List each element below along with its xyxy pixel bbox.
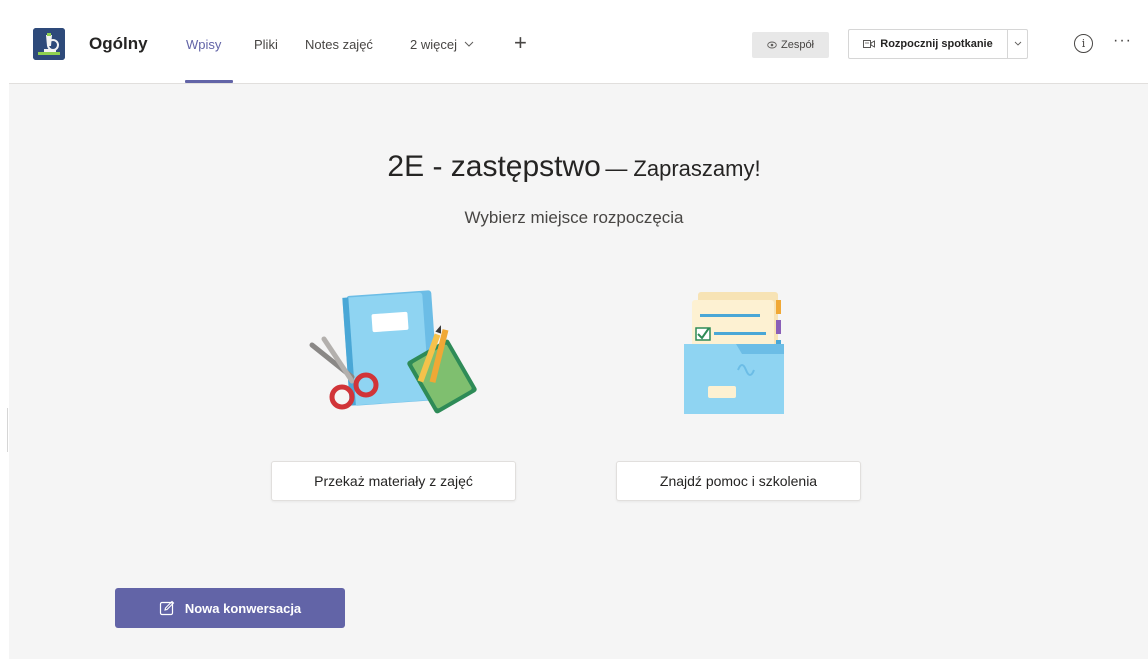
tab-pliki[interactable]: Pliki [254,37,278,52]
team-button[interactable]: Zespół [752,32,829,58]
share-materials-button[interactable]: Przekaż materiały z zajęć [271,461,516,501]
channel-name: Ogólny [89,34,148,53]
notebook-scissors-illustration [309,290,477,414]
microscope-icon [33,28,65,60]
meet-button-group: Rozpocznij spotkanie [848,29,1028,59]
find-help-button[interactable]: Znajdź pomoc i szkolenia [616,461,861,501]
meet-options-button[interactable] [1007,30,1027,58]
tab-notes[interactable]: Notes zajęć [305,37,373,52]
add-tab-button[interactable]: + [514,30,527,56]
channel-header: Ogólny Wpisy Pliki Notes zajęć 2 więcej … [9,10,1148,84]
team-button-label: Zespół [780,39,815,51]
new-conversation-label: Nowa konwersacja [184,600,302,616]
tab-wpisy[interactable]: Wpisy [186,37,221,52]
new-conversation-button[interactable]: Nowa konwersacja [115,588,345,628]
welcome-greeting: — Zapraszamy! [605,156,761,181]
active-tab-indicator [185,80,233,83]
info-button[interactable]: i [1074,34,1093,53]
tab-more[interactable]: 2 więcej [410,37,474,52]
video-camera-icon [863,39,876,48]
left-edge-divider [7,408,8,452]
team-name: 2E - zastępstwo [387,150,601,183]
eye-icon [767,41,777,49]
chevron-down-icon [464,41,473,47]
teams-channel-view: Ogólny Wpisy Pliki Notes zajęć 2 więcej … [9,10,1148,659]
chevron-down-icon [1014,41,1021,46]
team-logo[interactable] [33,28,65,60]
welcome-heading: 2E - zastępstwo — Zapraszamy! [0,150,1148,184]
compose-icon [159,600,175,616]
start-meeting-button[interactable]: Rozpocznij spotkanie [849,30,1007,58]
welcome-subtitle: Wybierz miejsce rozpoczęcia [464,208,684,227]
tab-more-label: 2 więcej [410,37,457,52]
start-meeting-label: Rozpocznij spotkanie [880,38,993,50]
folder-documents-illustration [684,292,784,414]
more-options-button[interactable]: ··· [1113,32,1132,50]
